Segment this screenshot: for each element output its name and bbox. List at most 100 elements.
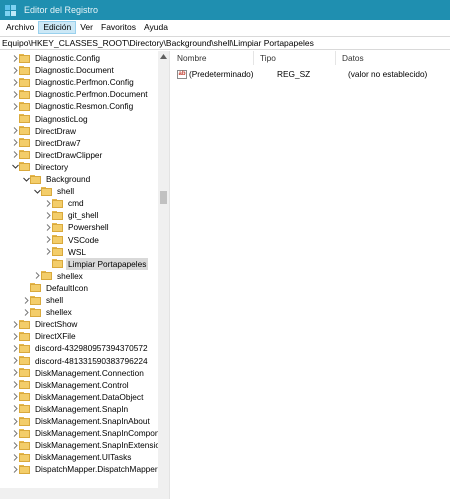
chevron-right-icon[interactable] [11,88,19,100]
tree-node-label: DiskManagement.DataObject [35,391,144,402]
tree-node[interactable]: DiskManagement.UITasks [11,451,131,463]
menu-archivo[interactable]: Archivo [2,21,38,34]
tree-node-label: DiskManagement.SnapInAbout [35,416,150,426]
tree-node[interactable]: Directory [11,161,68,173]
folder-icon [30,307,41,317]
tree-node-label: cmd [68,198,84,209]
scroll-up-arrow-icon[interactable] [160,54,167,59]
chevron-down-icon[interactable] [33,185,41,197]
tree-node[interactable]: cmd [44,197,84,209]
chevron-right-icon[interactable] [11,76,19,88]
tree-scrollbar[interactable] [158,51,169,499]
chevron-right-icon[interactable] [11,391,19,403]
chevron-right-icon[interactable] [11,64,19,76]
tree-node[interactable]: WSL [44,246,86,258]
folder-icon [19,464,30,474]
folder-icon [19,392,30,402]
chevron-down-icon[interactable] [22,173,30,185]
tree-node[interactable]: Diagnostic.Resmon.Config [11,100,133,112]
tree-node[interactable]: DirectDrawClipper [11,149,102,161]
chevron-right-icon[interactable] [11,125,19,137]
menu-ayuda[interactable]: Ayuda [140,21,172,34]
chevron-right-icon[interactable] [11,415,19,427]
tree-node[interactable]: DirectXFile [11,330,76,342]
chevron-right-icon[interactable] [33,270,41,282]
chevron-right-icon[interactable] [22,294,30,306]
scrollbar-thumb[interactable] [160,191,167,204]
chevron-down-icon[interactable] [11,161,19,173]
tree-node[interactable]: DiskManagement.SnapInCompone [11,427,164,439]
tree-node[interactable]: VSCode [44,234,99,246]
tree-node[interactable]: Background [22,173,90,185]
tree-node-label: Diagnostic.Config [35,53,101,63]
tree-node[interactable]: DiskManagement.SnapInAbout [11,415,150,427]
tree-node[interactable]: DispatchMapper.DispatchMapper [11,463,158,475]
tree-node[interactable]: Diagnostic.Document [11,64,114,76]
address-bar[interactable]: Equipo\HKEY_CLASSES_ROOT\Directory\Backg… [0,36,450,50]
tree-node[interactable]: DefaultIcon [22,282,88,294]
column-nombre[interactable]: Nombre [171,51,254,65]
tree-node[interactable]: Diagnostic.Config [11,52,100,64]
tree-horizontal-scrollbar[interactable] [0,488,158,499]
tree-node[interactable]: DiskManagement.Control [11,379,129,391]
tree-node[interactable]: shell [33,185,74,197]
menu-edicion[interactable]: Edición [38,21,77,34]
chevron-right-icon[interactable] [11,355,19,367]
tree-node[interactable]: DiskManagement.SnapIn [11,403,128,415]
folder-icon [30,174,41,184]
tree-node[interactable]: DiskManagement.Connection [11,367,144,379]
tree-node-label: DiskManagement.Control [35,379,129,390]
chevron-right-icon[interactable] [44,209,52,221]
tree-node-selected[interactable]: Limpiar Portapapeles [44,257,149,270]
chevron-right-icon[interactable] [11,379,19,391]
chevron-right-icon[interactable] [11,463,19,475]
chevron-right-icon[interactable] [11,451,19,463]
chevron-right-icon[interactable] [22,306,30,318]
chevron-right-icon[interactable] [44,234,52,246]
string-value-icon: ab [177,70,187,79]
chevron-right-icon[interactable] [11,427,19,439]
tree-node[interactable]: git_shell [44,209,98,221]
tree-node[interactable]: DiagnosticLog [11,113,88,125]
tree-node-label: DefaultIcon [46,282,88,293]
tree-node-label: git_shell [68,210,99,221]
tree-node[interactable]: DirectShow [11,318,77,330]
folder-icon [19,380,30,390]
chevron-right-icon[interactable] [11,318,19,330]
tree-node[interactable]: Diagnostic.Perfmon.Document [11,88,148,100]
chevron-right-icon[interactable] [11,149,19,161]
chevron-right-icon[interactable] [44,221,52,233]
tree-node[interactable]: DirectDraw [11,125,76,137]
tree-node-label: shellex [57,270,83,281]
chevron-right-icon[interactable] [11,403,19,415]
tree-node[interactable]: discord-432980957394370572 [11,342,148,354]
chevron-right-icon[interactable] [11,367,19,379]
chevron-right-icon[interactable] [11,330,19,342]
value-row[interactable]: ab (Predeterminado) REG_SZ (valor no est… [171,68,450,81]
folder-icon [19,89,30,99]
tree-node[interactable]: DiskManagement.SnapInExtension [11,439,165,451]
chevron-right-icon[interactable] [11,137,19,149]
tree-node[interactable]: Powershell [44,221,109,233]
menu-ver[interactable]: Ver [76,21,97,34]
chevron-right-icon[interactable] [44,197,52,209]
tree-node[interactable]: DirectDraw7 [11,137,81,149]
column-datos[interactable]: Datos [336,51,450,65]
chevron-right-icon[interactable] [11,52,19,64]
tree-node[interactable]: shellex [22,306,72,318]
folder-icon [19,416,30,426]
tree-node[interactable]: Diagnostic.Perfmon.Config [11,76,134,88]
chevron-right-icon[interactable] [11,439,19,451]
tree-node-label: Diagnostic.Perfmon.Config [35,77,134,88]
tree-node[interactable]: DiskManagement.DataObject [11,391,143,403]
folder-icon [19,356,30,365]
chevron-right-icon[interactable] [11,100,19,112]
tree-node[interactable]: discord-481331590383796224 [11,355,148,367]
tree-node[interactable]: shell [22,294,63,306]
chevron-right-icon[interactable] [11,342,19,354]
registry-tree[interactable]: Diagnostic.Config Diagnostic.Document Diag… [0,51,170,499]
menu-favoritos[interactable]: Favoritos [97,21,140,34]
column-tipo[interactable]: Tipo [254,51,336,65]
chevron-right-icon[interactable] [44,246,52,258]
tree-node[interactable]: shellex [33,270,83,282]
